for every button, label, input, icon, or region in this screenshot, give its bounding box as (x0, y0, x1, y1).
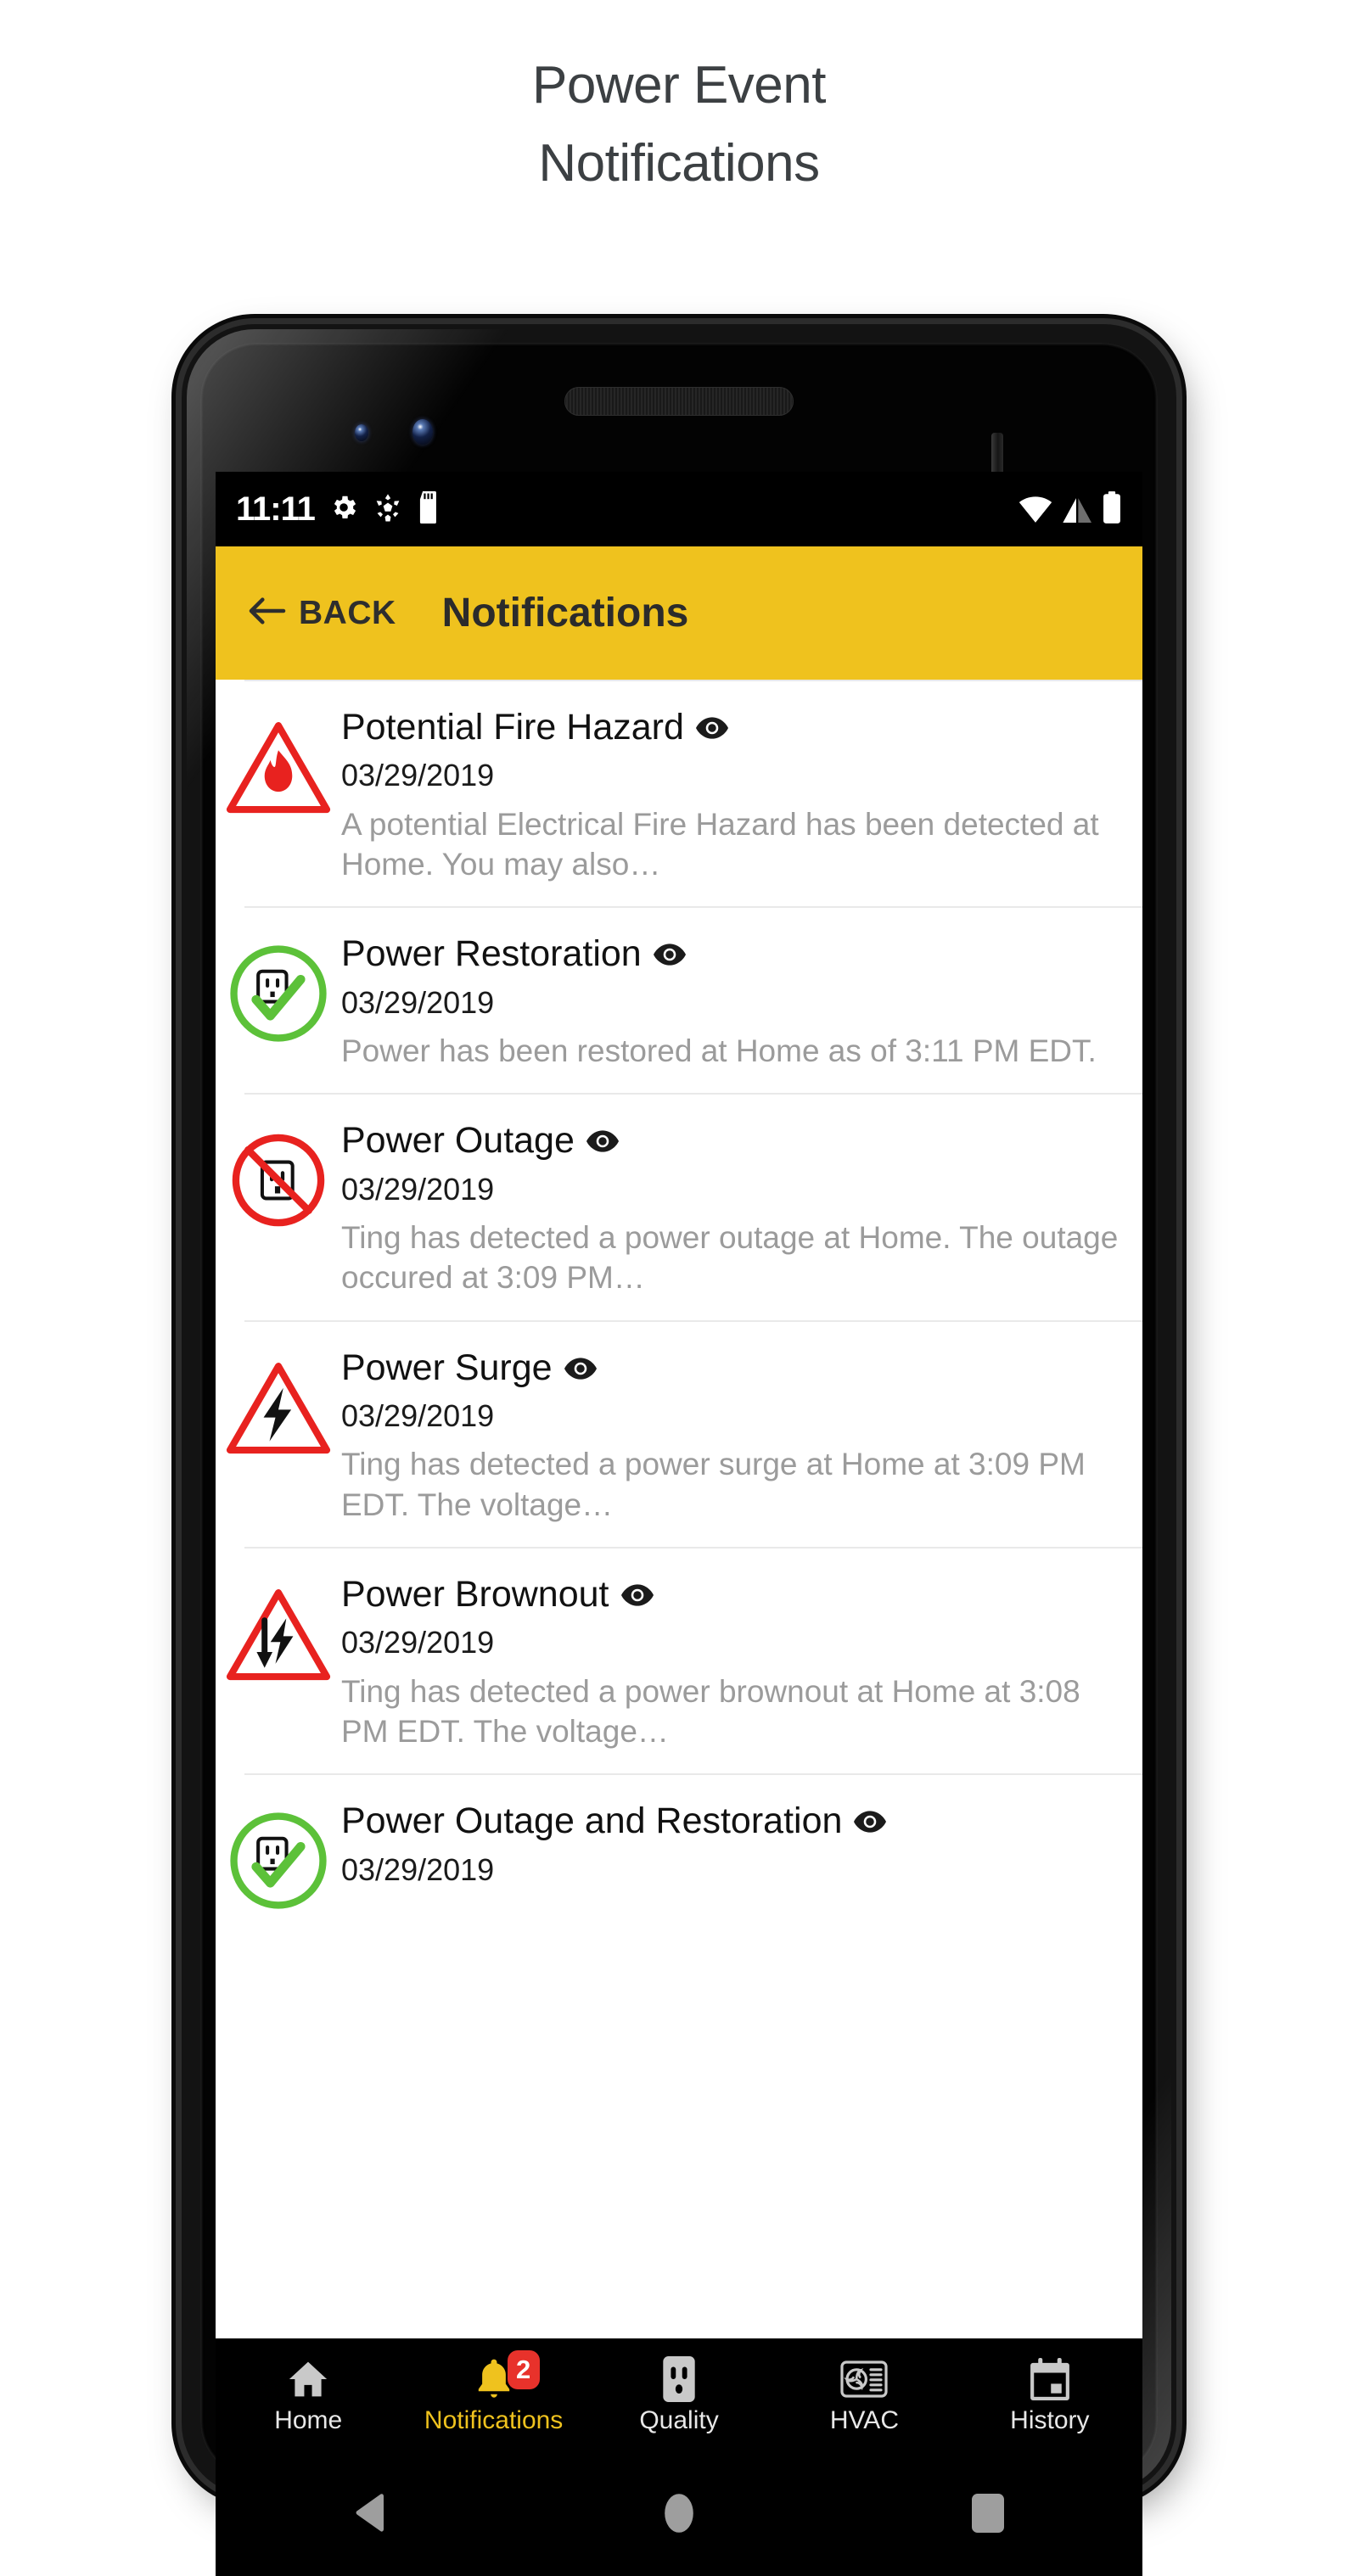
eye-icon[interactable] (695, 707, 728, 748)
power-outage-restoration-icon (216, 1797, 341, 1924)
hvac-vent-icon (840, 2355, 889, 2403)
app-bar-title: Notifications (441, 591, 689, 636)
notification-row[interactable]: Power Restoration 03/29/2019 Power has b… (230, 906, 1142, 1093)
nav-home-icon[interactable] (603, 2475, 755, 2551)
tab-hvac[interactable]: HVAC (772, 2355, 957, 2433)
tab-home[interactable]: Home (216, 2355, 401, 2433)
fire-hazard-icon (216, 703, 341, 831)
calendar-icon (1030, 2355, 1070, 2403)
notification-description: Ting has detected a power outage at Home… (341, 1219, 1119, 1296)
wifi-icon (1018, 495, 1052, 528)
notification-title-row: Power Restoration (341, 933, 1124, 975)
notification-title: Power Brownout (341, 1574, 609, 1616)
notification-description: Ting has detected a power brownout at Ho… (341, 1673, 1080, 1749)
notification-body: Power Surge 03/29/2019 Ting has detected… (341, 1344, 1142, 1525)
eye-icon[interactable] (854, 1800, 887, 1842)
notification-body: Power Outage 03/29/2019 Ting has detecte… (341, 1117, 1142, 1297)
app-bar: BACK Notifications (216, 546, 1142, 680)
tab-notifications-label: Notifications (424, 2406, 564, 2434)
power-outage-icon (216, 1117, 341, 1244)
power-surge-icon (216, 1344, 341, 1471)
notification-description: Power has been restored at Home as of 3:… (341, 1033, 1097, 1068)
notification-body: Power Brownout 03/29/2019 Ting has detec… (341, 1571, 1142, 1751)
notification-row[interactable]: Power Outage and Restoration 03/29/2019 (230, 1773, 1142, 1946)
android-navigation-bar (216, 2450, 1142, 2576)
notification-row[interactable]: Potential Fire Hazard 03/29/2019 A poten… (226, 680, 1142, 906)
notification-description: Ting has detected a power surge at Home … (341, 1447, 1086, 1522)
battery-icon (1102, 490, 1122, 528)
eye-icon[interactable] (564, 1347, 597, 1389)
notification-body: Power Restoration 03/29/2019 Power has b… (341, 930, 1142, 1071)
notification-badge: 2 (507, 2350, 540, 2389)
notification-description: A potential Electrical Fire Hazard has b… (341, 806, 1099, 882)
notification-title-row: Potential Fire Hazard (341, 707, 1124, 748)
notification-row[interactable]: Power Outage 03/29/2019 Ting has detecte… (232, 1093, 1142, 1319)
nav-recents-icon[interactable] (912, 2475, 1064, 2551)
tab-quality-label: Quality (639, 2406, 719, 2434)
notification-title: Power Outage and Restoration (341, 1800, 843, 1842)
notification-title: Power Restoration (341, 933, 642, 975)
tab-quality[interactable]: Quality (586, 2355, 772, 2433)
notification-date: 03/29/2019 (341, 984, 495, 1020)
back-button-label: BACK (299, 594, 396, 631)
eye-icon[interactable] (586, 1120, 619, 1162)
notification-title: Potential Fire Hazard (341, 707, 684, 748)
power-restoration-icon (216, 930, 341, 1057)
tab-home-label: Home (274, 2406, 343, 2434)
outlet-icon (660, 2355, 698, 2403)
notification-row[interactable]: Power Brownout 03/29/2019 Ting has detec… (226, 1547, 1142, 1773)
notification-title: Power Outage (341, 1120, 575, 1162)
status-bar: 11:11 (216, 472, 1142, 546)
tab-history[interactable]: History (957, 2355, 1142, 2433)
earpiece-speaker (564, 387, 794, 416)
status-time: 11:11 (236, 490, 316, 528)
arrow-left-icon (248, 595, 287, 631)
notification-title-row: Power Outage and Restoration (341, 1800, 1124, 1842)
notification-date: 03/29/2019 (341, 1851, 495, 1887)
nav-back-icon[interactable] (294, 2475, 446, 2551)
sd-card-icon (417, 490, 442, 528)
phone-screen: 11:11 BACK Notifications Potential Fire … (216, 472, 1142, 2338)
notification-date: 03/29/2019 (341, 1398, 495, 1434)
back-button[interactable]: BACK (248, 595, 396, 632)
page-title-line-1: Power Event (531, 56, 827, 115)
notification-row[interactable]: Power Surge 03/29/2019 Ting has detected… (226, 1319, 1142, 1547)
home-icon (286, 2355, 330, 2403)
gear-icon (328, 492, 359, 527)
notification-date: 03/29/2019 (341, 1625, 495, 1660)
notification-title-row: Power Surge (341, 1347, 1124, 1389)
power-brownout-icon (216, 1571, 341, 1698)
notification-title: Power Surge (341, 1347, 553, 1388)
notification-title-row: Power Brownout (341, 1574, 1124, 1616)
tab-notifications[interactable]: 2 Notifications (401, 2350, 586, 2434)
notification-list[interactable]: Potential Fire Hazard 03/29/2019 A poten… (216, 680, 1142, 1947)
snowflake-icon (373, 492, 403, 527)
tab-history-label: History (1010, 2406, 1090, 2434)
bell-icon: 2 (474, 2350, 540, 2403)
eye-icon[interactable] (653, 933, 686, 975)
front-camera-icon (412, 419, 433, 445)
notification-body: Power Outage and Restoration 03/29/2019 (341, 1797, 1142, 1888)
notification-date: 03/29/2019 (341, 1171, 495, 1207)
eye-icon[interactable] (620, 1574, 654, 1616)
page-title-line-2: Notifications (538, 134, 820, 193)
notification-title-row: Power Outage (341, 1120, 1124, 1162)
page-title: Power Event Notifications (0, 59, 1358, 216)
bottom-tab-bar: Home 2 Notifications Quality HVAC Histor… (216, 2338, 1142, 2450)
notification-body: Potential Fire Hazard 03/29/2019 A poten… (341, 703, 1142, 884)
status-bar-left: 11:11 (236, 490, 442, 529)
proximity-sensor-icon (355, 424, 368, 441)
notification-date: 03/29/2019 (341, 758, 495, 793)
status-bar-right (1018, 490, 1122, 528)
tab-hvac-label: HVAC (829, 2406, 899, 2434)
cell-signal-icon (1061, 495, 1093, 528)
